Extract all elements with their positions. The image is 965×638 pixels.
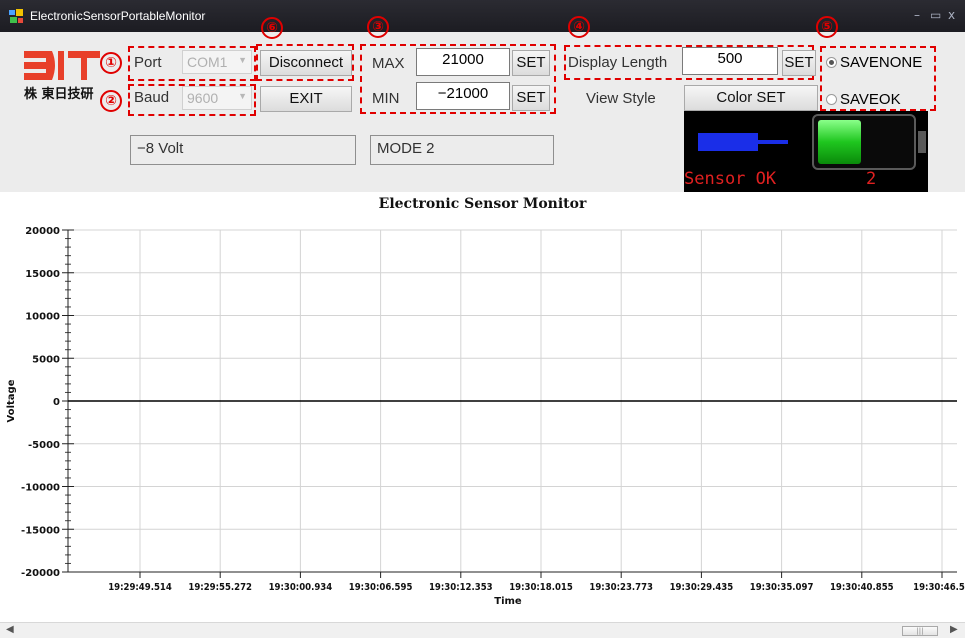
logo-company-text: 株 東日技研	[24, 86, 94, 102]
battery-cap	[918, 131, 926, 153]
view-style-label: View Style	[586, 90, 656, 107]
scroll-left-icon[interactable]: ◀	[6, 624, 14, 635]
sensor-status-panel: Sensor OK 2	[684, 111, 928, 193]
mode-readout: MODE 2	[370, 135, 554, 165]
battery-level-fill	[818, 120, 861, 164]
color-set-button[interactable]: Color SET	[684, 85, 818, 111]
min-input[interactable]: −21000	[416, 82, 510, 110]
battery-count-text: 2	[866, 169, 877, 189]
display-length-input[interactable]: 500	[682, 47, 778, 75]
x-tick-label: 19:30:46.51	[913, 582, 965, 593]
disconnect-button[interactable]: Disconnect	[260, 50, 352, 76]
exit-button[interactable]: EXIT	[260, 86, 352, 112]
scroll-right-icon[interactable]: ▶	[950, 624, 958, 635]
y-tick-label: 10000	[25, 312, 60, 323]
chevron-down-icon: ▼	[238, 55, 247, 65]
radio-unchecked-icon	[826, 94, 837, 105]
y-axis-label: Voltage	[6, 379, 17, 422]
close-button[interactable]: x	[948, 8, 955, 22]
app-icon	[9, 9, 23, 23]
annotation-1: ①	[100, 52, 122, 74]
horizontal-scrollbar[interactable]: ◀ ||| ▶	[0, 622, 965, 638]
x-tick-label: 19:30:35.097	[750, 582, 814, 593]
baud-label: Baud	[134, 89, 170, 106]
sensor-probe-tip	[758, 140, 788, 144]
port-value: COM1	[187, 54, 228, 70]
voltage-readout: −8 Volt	[130, 135, 356, 165]
annotation-5: ⑤	[816, 16, 838, 38]
max-set-button[interactable]: SET	[512, 50, 550, 76]
baud-select[interactable]: 9600 ▼	[182, 86, 252, 110]
voltage-chart: 20000 15000 10000 5000 0 -5000 -10000 -15000 -20…	[6, 226, 965, 607]
port-select[interactable]: COM1 ▼	[182, 50, 252, 74]
min-set-button[interactable]: SET	[512, 85, 550, 111]
display-length-label: Display Length	[568, 54, 668, 71]
company-logo: 株 東日技研	[24, 51, 100, 102]
scrollbar-thumb[interactable]: |||	[902, 626, 938, 636]
y-tick-label: 0	[53, 397, 60, 408]
y-tick-label: -10000	[21, 483, 60, 494]
x-tick-label: 19:30:00.934	[269, 582, 333, 593]
chevron-down-icon: ▼	[238, 91, 247, 101]
annotation-6: ⑥	[261, 17, 283, 39]
baud-value: 9600	[187, 90, 219, 106]
min-label: MIN	[372, 90, 400, 107]
x-tick-label: 19:30:23.773	[589, 582, 653, 593]
annotation-4: ④	[568, 16, 590, 38]
x-tick-label: 19:29:49.514	[108, 582, 172, 593]
x-tick-label: 19:30:12.353	[429, 582, 493, 593]
x-tick-label: 19:30:18.015	[509, 582, 573, 593]
port-label: Port	[134, 54, 162, 71]
savenone-label: SAVENONE	[840, 54, 923, 71]
sensor-probe-icon	[698, 133, 758, 151]
battery-icon	[812, 114, 916, 170]
maximize-button[interactable]: ▭	[930, 8, 941, 22]
y-tick-label: 20000	[25, 226, 60, 237]
window-title: ElectronicSensorPortableMonitor	[30, 9, 206, 23]
display-length-set-button[interactable]: SET	[782, 50, 816, 76]
y-tick-label: -15000	[21, 525, 60, 536]
saveok-label: SAVEOK	[840, 91, 901, 108]
annotation-3: ③	[367, 16, 389, 38]
annotation-2: ②	[100, 90, 122, 112]
savenone-radio[interactable]: SAVENONE	[826, 54, 922, 71]
minimize-button[interactable]: –	[914, 8, 920, 22]
radio-checked-icon	[826, 57, 837, 68]
y-tick-label: -5000	[28, 440, 60, 451]
max-label: MAX	[372, 55, 405, 72]
x-tick-label: 19:29:55.272	[188, 582, 252, 593]
x-tick-label: 19:30:29.435	[670, 582, 734, 593]
y-tick-label: -20000	[21, 568, 60, 579]
y-tick-label: 5000	[32, 354, 60, 365]
x-tick-label: 19:30:06.595	[349, 582, 413, 593]
y-tick-label: 15000	[25, 269, 60, 280]
sensor-status-text: Sensor OK	[684, 169, 777, 189]
saveok-radio[interactable]: SAVEOK	[826, 91, 901, 108]
x-axis-label: Time	[494, 596, 522, 607]
x-tick-label: 19:30:40.855	[830, 582, 894, 593]
max-input[interactable]: 21000	[416, 48, 510, 76]
